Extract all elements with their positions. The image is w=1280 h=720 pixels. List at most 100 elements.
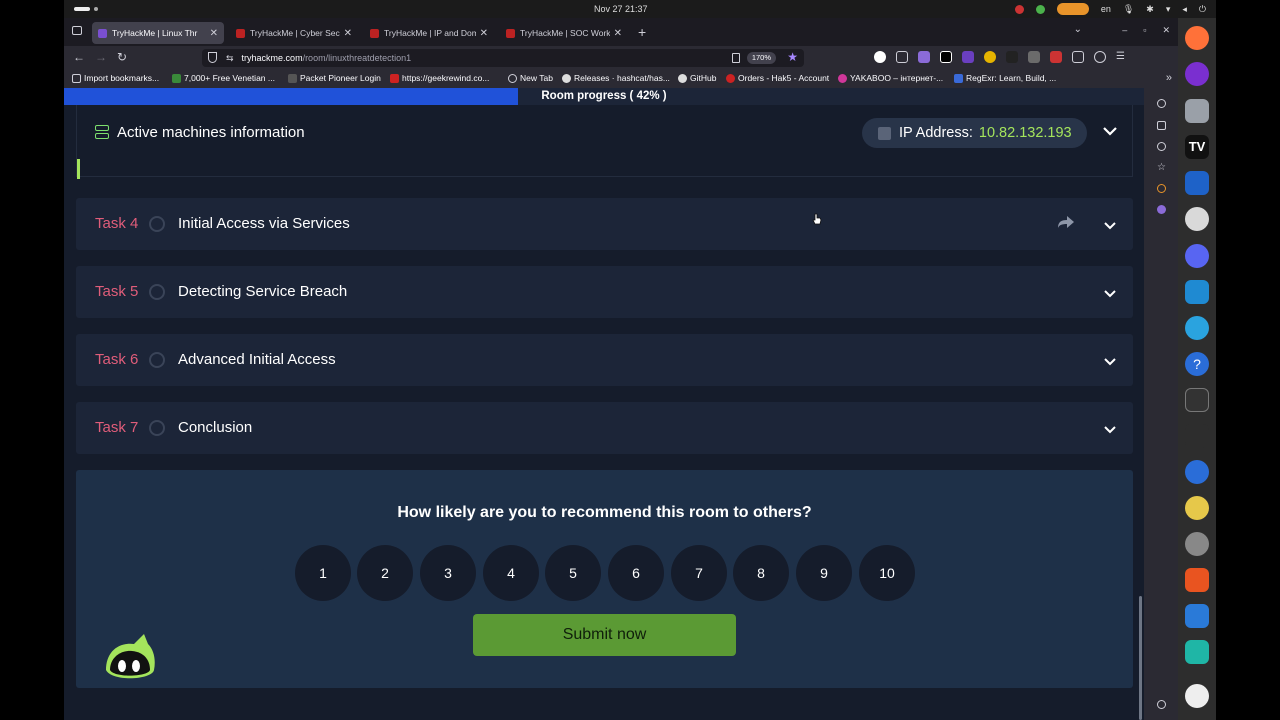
rhythmbox-icon[interactable] <box>1185 496 1209 520</box>
sidebar-proton-icon[interactable] <box>1157 205 1166 214</box>
menu-icon[interactable]: ☰ <box>1116 51 1125 63</box>
list-tabs-icon[interactable]: ⌄ <box>1074 24 1082 35</box>
show-apps-icon[interactable] <box>1185 684 1209 708</box>
proton-vpn-icon[interactable] <box>1185 62 1209 86</box>
close-tab-icon[interactable]: ✕ <box>614 28 622 39</box>
chevron-down-icon[interactable] <box>1103 285 1117 303</box>
rating-button-10[interactable]: 10 <box>859 545 915 601</box>
maximize-icon[interactable]: ▫ <box>1143 25 1146 36</box>
close-tab-icon[interactable]: ✕ <box>210 28 218 39</box>
extension-gear-icon[interactable] <box>1094 51 1106 63</box>
document-viewer-icon[interactable] <box>1185 171 1209 195</box>
forward-icon[interactable]: → <box>95 50 107 64</box>
rating-button-3[interactable]: 3 <box>420 545 476 601</box>
bookmark-item[interactable]: YAKABOO – інтернет-... <box>838 73 943 83</box>
bookmark-item[interactable]: Packet Pioneer Login <box>288 73 381 83</box>
system-clock[interactable]: Nov 27 21:37 <box>594 4 648 14</box>
extension-grey-icon[interactable] <box>1028 51 1040 63</box>
extension-purple-icon[interactable] <box>918 51 930 63</box>
bookmark-item[interactable]: New Tab <box>508 73 553 83</box>
site-info-icon[interactable]: ⇆ <box>226 53 234 64</box>
zoom-level[interactable]: 170% <box>746 52 776 64</box>
url-bar[interactable]: ⇆ tryhackme.com /room/linuxthreatdetecti… <box>202 49 804 67</box>
bookmark-item[interactable]: https://geekrewind.co... <box>390 73 489 83</box>
tab-linux-threat[interactable]: TryHackMe | Linux Thr ✕ <box>92 22 224 44</box>
volume-icon[interactable]: ◂ <box>1182 4 1187 15</box>
submit-button[interactable]: Submit now <box>473 614 736 656</box>
chevron-down-icon[interactable] <box>1103 421 1117 439</box>
sidebar-bookmarks-icon[interactable]: ☆ <box>1157 163 1166 173</box>
wifi-icon[interactable]: ▾ <box>1166 4 1171 15</box>
tab-overview-icon[interactable] <box>72 26 82 35</box>
extension-yellow-icon[interactable] <box>984 51 996 63</box>
bookmark-item[interactable]: GitHub <box>678 73 716 83</box>
more-bookmarks-icon[interactable]: » <box>1166 72 1172 84</box>
ip-address-pill[interactable]: IP Address: 10.82.132.193 <box>862 118 1087 148</box>
chevron-down-icon[interactable] <box>1102 123 1118 141</box>
bookmark-star-icon[interactable]: ★ <box>787 50 798 64</box>
bookmark-item[interactable]: Releases · hashcat/has... <box>562 73 670 83</box>
power-app-icon[interactable] <box>1185 640 1209 664</box>
bookmark-item[interactable]: Import bookmarks... <box>72 73 159 83</box>
bookmark-item[interactable]: Orders - Hak5 - Account <box>726 73 829 83</box>
telegram-icon[interactable] <box>1185 316 1209 340</box>
extension-window-icon[interactable] <box>940 51 952 63</box>
page-scrollbar[interactable] <box>1139 596 1142 720</box>
rating-button-8[interactable]: 8 <box>733 545 789 601</box>
sidebar-reader-icon[interactable] <box>1157 121 1166 130</box>
task-4-header[interactable]: Task 4 Initial Access via Services <box>76 198 1133 250</box>
extension-puzzle-icon[interactable] <box>896 51 908 63</box>
close-tab-icon[interactable]: ✕ <box>480 28 488 39</box>
activities-indicator[interactable] <box>74 7 90 11</box>
extension-h-icon[interactable] <box>874 51 886 63</box>
back-icon[interactable]: ← <box>73 50 85 64</box>
tradingview-icon[interactable]: TV <box>1185 135 1209 159</box>
extension-red-icon[interactable] <box>1050 51 1062 63</box>
sidebar-settings-icon[interactable] <box>1157 99 1166 108</box>
tab-ip-domain[interactable]: TryHackMe | IP and Doma ✕ <box>364 22 494 44</box>
rating-button-9[interactable]: 9 <box>796 545 852 601</box>
share-icon[interactable] <box>1057 215 1075 234</box>
reload-icon[interactable]: ↻ <box>117 50 127 64</box>
reader-view-icon[interactable] <box>732 53 740 63</box>
language-indicator[interactable]: en <box>1101 4 1111 14</box>
rating-button-1[interactable]: 1 <box>295 545 351 601</box>
bookmark-item[interactable]: 7,000+ Free Venetian ... <box>172 73 275 83</box>
software-center-icon[interactable] <box>1185 568 1209 592</box>
terminal-icon[interactable] <box>1185 388 1209 412</box>
thunderbird-icon[interactable] <box>1185 460 1209 484</box>
shield-tray-icon[interactable] <box>1035 4 1045 14</box>
task-6-header[interactable]: Task 6 Advanced Initial Access <box>76 334 1133 386</box>
screencast-indicator[interactable] <box>1056 3 1089 15</box>
chevron-down-icon[interactable] <box>1103 217 1117 235</box>
sidebar-history-icon[interactable] <box>1157 142 1166 151</box>
mic-icon[interactable]: 🎙 <box>1123 4 1134 15</box>
rating-button-4[interactable]: 4 <box>483 545 539 601</box>
rating-button-5[interactable]: 5 <box>545 545 601 601</box>
firefox-icon[interactable] <box>1185 26 1209 50</box>
vscode-icon[interactable] <box>1185 280 1209 304</box>
discord-icon[interactable] <box>1185 244 1209 268</box>
clock-app-icon[interactable] <box>1185 532 1209 556</box>
wine-icon[interactable] <box>1185 207 1209 231</box>
extension-dark-icon[interactable] <box>1006 51 1018 63</box>
tracking-shield-icon[interactable] <box>208 52 217 63</box>
minimize-icon[interactable]: – <box>1122 25 1127 36</box>
tab-cyber-security[interactable]: TryHackMe | Cyber Securi ✕ <box>230 22 358 44</box>
close-tab-icon[interactable]: ✕ <box>344 28 352 39</box>
tab-soc-workbook[interactable]: TryHackMe | SOC Workbo ✕ <box>500 22 628 44</box>
task-7-header[interactable]: Task 7 Conclusion <box>76 402 1133 454</box>
rating-button-7[interactable]: 7 <box>671 545 727 601</box>
chevron-down-icon[interactable] <box>1103 353 1117 371</box>
help-icon[interactable]: ? <box>1185 352 1209 376</box>
task-5-header[interactable]: Task 5 Detecting Service Breach <box>76 266 1133 318</box>
bookmark-item[interactable]: RegExr: Learn, Build, ... <box>954 73 1056 83</box>
power-icon[interactable]: ⏻ <box>1199 4 1206 15</box>
close-window-icon[interactable]: ✕ <box>1162 25 1170 36</box>
record-icon[interactable] <box>1014 4 1024 14</box>
rating-button-2[interactable]: 2 <box>357 545 413 601</box>
sidebar-customize-icon[interactable] <box>1157 700 1166 709</box>
extension-doc-icon[interactable] <box>1072 51 1084 63</box>
new-tab-button[interactable]: + <box>638 24 646 40</box>
extension-proton-icon[interactable] <box>962 51 974 63</box>
